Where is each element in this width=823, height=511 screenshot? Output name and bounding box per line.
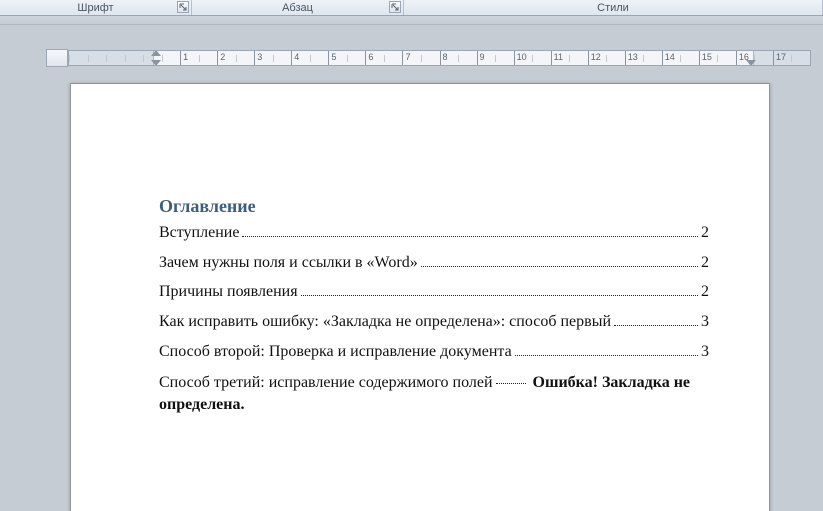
toc-entry-text: Причины появления: [159, 283, 298, 301]
toc-leader: [515, 342, 698, 356]
document-workspace: Оглавление Вступление2Зачем нужны поля и…: [0, 25, 823, 511]
toc-list: Вступление2Зачем нужны поля и ссылки в «…: [159, 223, 709, 415]
hanging-indent-marker[interactable]: [151, 60, 161, 66]
toc-entry[interactable]: Как исправить ошибку: «Закладка не опред…: [159, 312, 709, 331]
toc-entry-text: Способ третий: исправление содержимого п…: [159, 374, 493, 391]
toc-entry-text: Вступление: [159, 224, 239, 242]
ribbon-group-styles: Стили: [404, 0, 823, 15]
toc-entry[interactable]: Вступление 2: [159, 223, 709, 242]
toc-entry-page: 3: [701, 313, 709, 331]
toc-entry-text: Способ второй: Проверка и исправление до…: [159, 343, 512, 361]
ruler-ticks: [69, 51, 810, 65]
toc-entry-text: Как исправить ошибку: «Закладка не опред…: [159, 313, 611, 331]
document-page[interactable]: Оглавление Вступление2Зачем нужны поля и…: [70, 83, 770, 511]
toc-entry-page: 2: [701, 224, 709, 242]
first-line-indent-marker[interactable]: [151, 50, 161, 56]
ribbon-group-font-label: Шрифт: [77, 2, 113, 14]
toc-title: Оглавление: [159, 196, 709, 217]
toc-entry-page: 3: [701, 343, 709, 361]
toc-entry[interactable]: Зачем нужны поля и ссылки в «Word» 2: [159, 253, 709, 272]
toc-entry-text: Зачем нужны поля и ссылки в «Word»: [159, 254, 418, 272]
tab-selector-button[interactable]: [46, 49, 68, 67]
horizontal-ruler[interactable]: [68, 50, 811, 66]
right-indent-marker[interactable]: [746, 60, 756, 66]
toc-leader: [614, 312, 698, 326]
toc-entry-error[interactable]: Способ третий: исправление содержимого п…: [159, 372, 709, 415]
toc-leader: [301, 283, 698, 297]
toc-leader: [421, 253, 698, 267]
toc-leader: [496, 383, 526, 384]
toc-entry[interactable]: Способ второй: Проверка и исправление до…: [159, 342, 709, 361]
toc-entry-page: 2: [701, 254, 709, 272]
font-dialog-launcher-icon[interactable]: [177, 1, 189, 13]
ruler-row: [0, 49, 823, 67]
paragraph-dialog-launcher-icon[interactable]: [389, 1, 401, 13]
ribbon-bottom-strip: [0, 16, 823, 25]
toc-entry[interactable]: Причины появления 2: [159, 283, 709, 302]
ribbon-group-labels: Шрифт Абзац Стили: [0, 0, 823, 16]
toc-entry-page: 2: [701, 283, 709, 301]
ribbon-group-font: Шрифт: [0, 0, 192, 15]
ribbon-group-styles-label: Стили: [597, 2, 629, 14]
toc-leader: [242, 223, 698, 237]
ribbon-group-paragraph-label: Абзац: [282, 2, 313, 14]
ribbon-group-paragraph: Абзац: [192, 0, 404, 15]
